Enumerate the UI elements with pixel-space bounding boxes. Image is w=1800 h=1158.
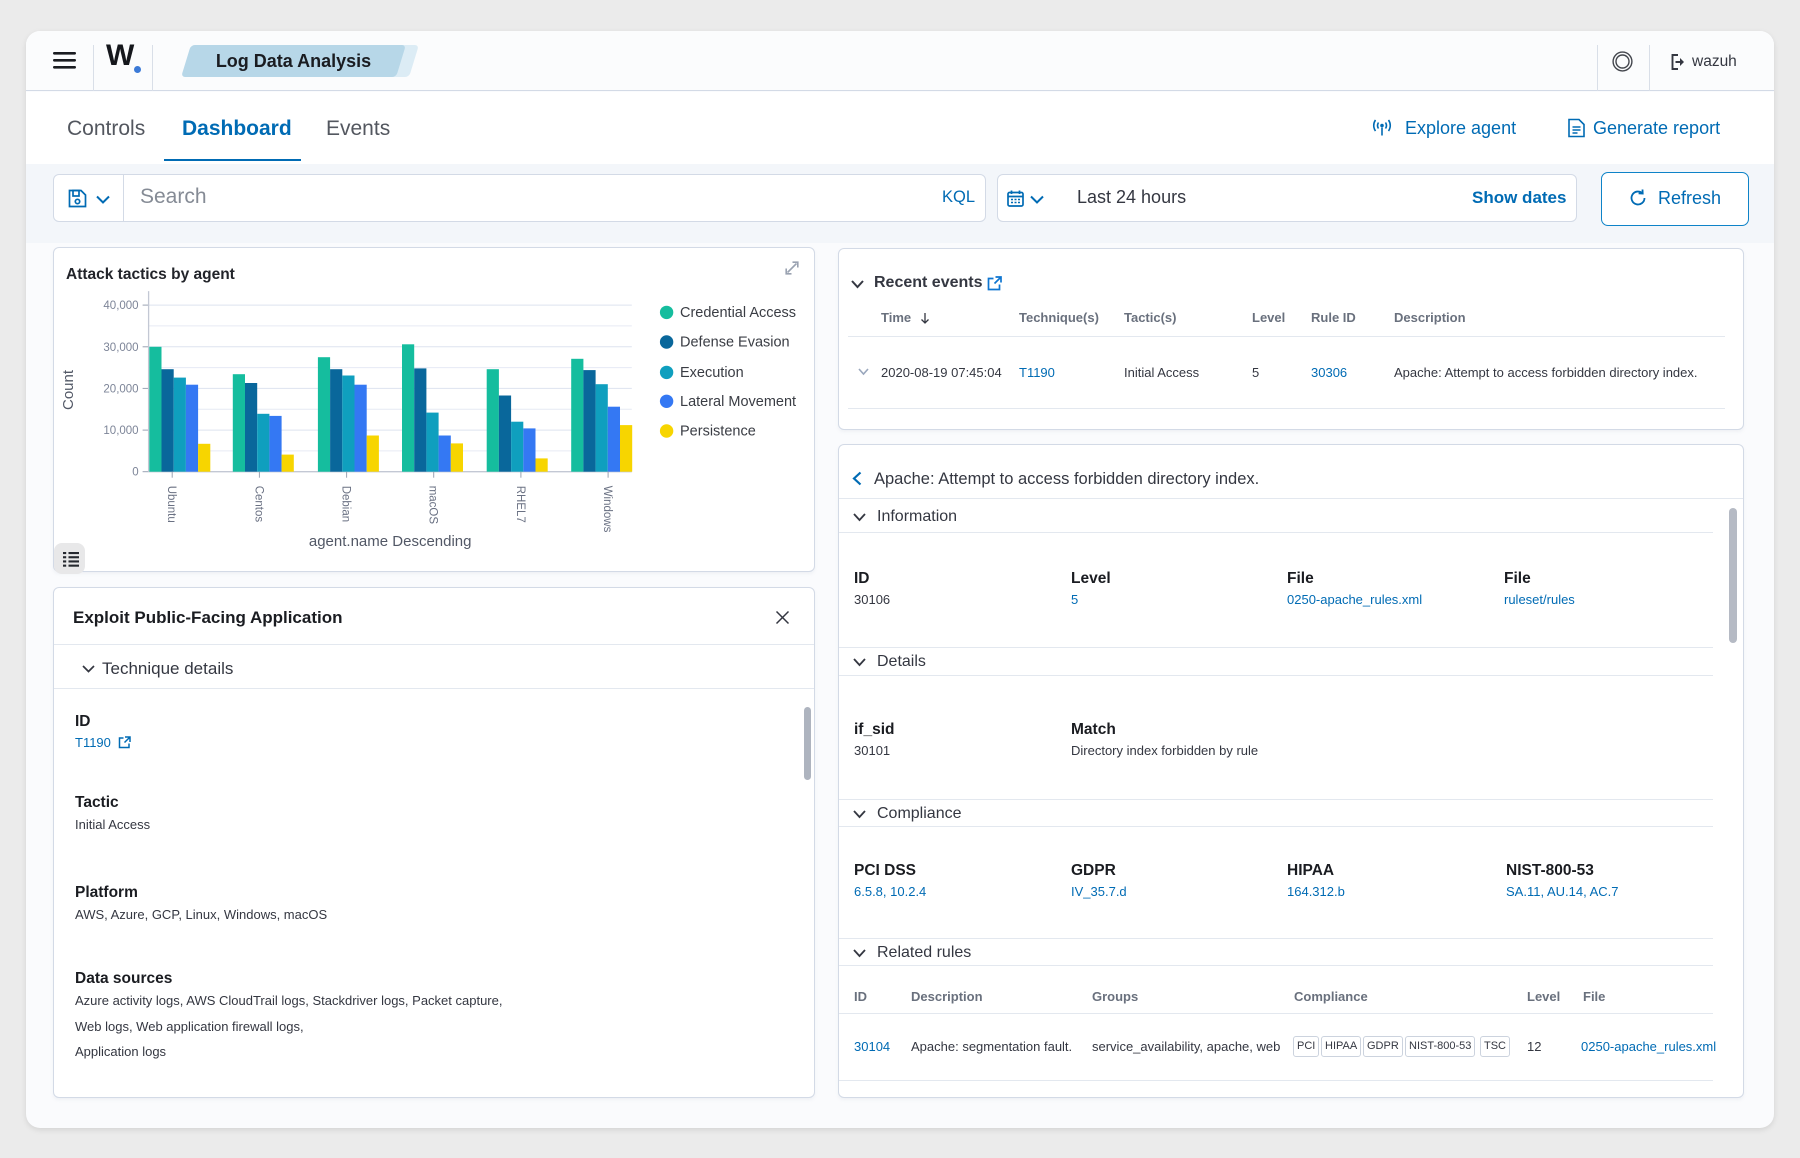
svg-text:0: 0 <box>132 467 138 479</box>
svg-text:Debian: Debian <box>340 486 352 522</box>
svg-text:Persistence: Persistence <box>680 424 756 440</box>
svg-text:macOS: macOS <box>427 486 439 525</box>
svg-text:20,000: 20,000 <box>103 383 138 395</box>
svg-text:Ubuntu: Ubuntu <box>165 486 177 523</box>
svg-text:30,000: 30,000 <box>103 342 138 354</box>
svg-text:Credential Access: Credential Access <box>680 305 796 321</box>
svg-text:10,000: 10,000 <box>103 425 138 437</box>
svg-text:agent.name Descending: agent.name Descending <box>309 533 472 550</box>
svg-text:Windows: Windows <box>601 486 613 533</box>
svg-text:Defense Evasion: Defense Evasion <box>680 335 790 351</box>
svg-text:RHEL7: RHEL7 <box>514 486 526 523</box>
svg-text:Lateral Movement: Lateral Movement <box>680 394 796 410</box>
svg-text:40,000: 40,000 <box>103 300 138 312</box>
svg-text:Execution: Execution <box>680 365 744 381</box>
svg-text:Centos: Centos <box>252 486 264 523</box>
svg-text:Count: Count <box>60 369 77 410</box>
